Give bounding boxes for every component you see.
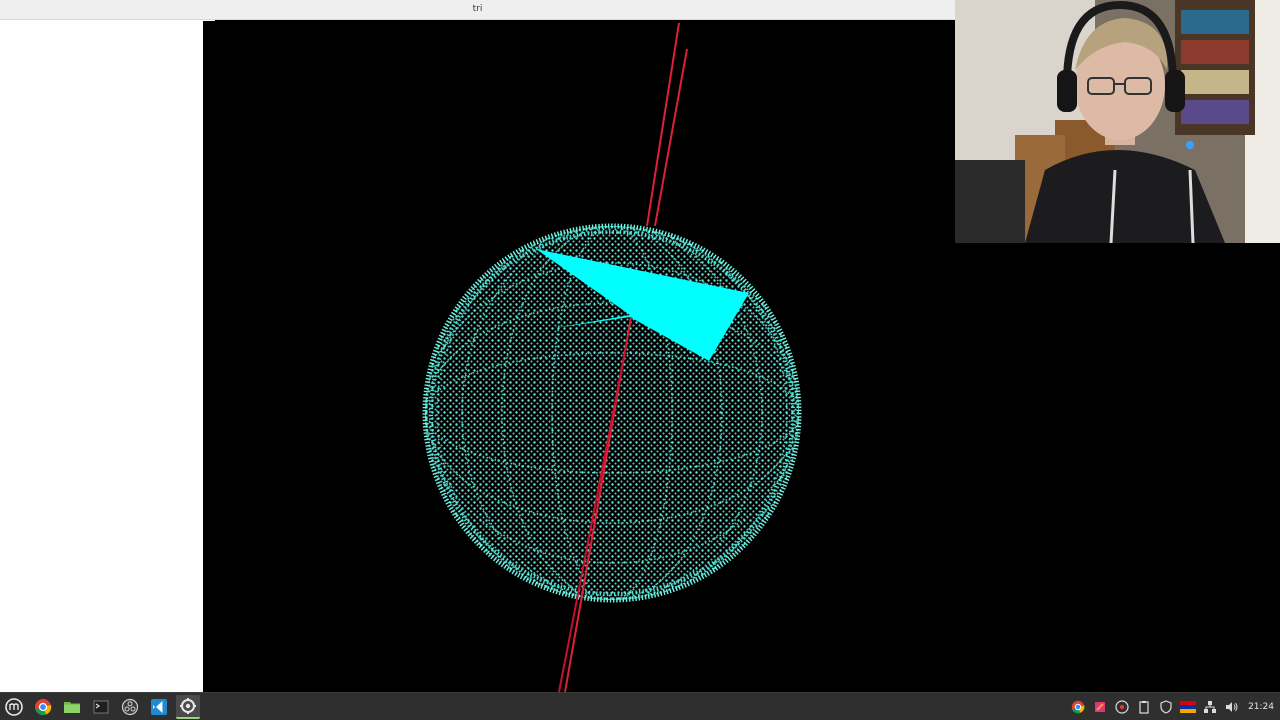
chrome-tray-button[interactable]: [1070, 699, 1086, 715]
obs-tray-button[interactable]: [1114, 699, 1130, 715]
mint-menu-icon: [5, 698, 23, 716]
taskbar-launchers: [2, 695, 200, 719]
files-launcher[interactable]: [60, 695, 84, 719]
files-folder-icon: [64, 702, 80, 713]
vscode-icon: [151, 699, 167, 715]
volume-tray-button[interactable]: [1224, 699, 1240, 715]
terminal-icon: [93, 700, 109, 714]
network-icon: [1204, 701, 1217, 713]
background-window[interactable]: [0, 20, 215, 692]
webcam-overlay: [955, 0, 1280, 243]
shield-icon: [1160, 700, 1172, 714]
obs-launcher[interactable]: [118, 695, 142, 719]
app-tray-button[interactable]: [1092, 699, 1108, 715]
tri-app-taskbar-button[interactable]: [176, 695, 200, 719]
clock[interactable]: 21:24: [1248, 702, 1274, 712]
tri-app-icon: [180, 698, 196, 714]
system-tray: 21:24: [1070, 696, 1274, 718]
taskbar: 21:24: [0, 692, 1280, 720]
clipboard-icon: [1139, 701, 1149, 714]
chrome-launcher[interactable]: [31, 695, 55, 719]
webcam-feed: [955, 0, 1280, 243]
keyboard-layout-button[interactable]: [1180, 699, 1197, 715]
ray-lines: [646, 22, 688, 227]
render-canvas[interactable]: [203, 21, 955, 692]
desktop-screen: tri 21:24: [0, 0, 1280, 720]
vscode-launcher[interactable]: [147, 695, 171, 719]
chrome-tray-icon: [1071, 700, 1085, 714]
terminal-launcher[interactable]: [89, 695, 113, 719]
clipboard-tray-button[interactable]: [1136, 699, 1152, 715]
obs-icon: [121, 698, 139, 716]
volume-icon: [1226, 702, 1238, 712]
app-tray-icon: [1095, 702, 1106, 712]
window-titlebar[interactable]: tri: [0, 0, 955, 20]
obs-tray-icon: [1115, 700, 1129, 714]
shield-tray-button[interactable]: [1158, 699, 1174, 715]
window-title: tri: [472, 4, 483, 14]
gl-render-window[interactable]: [203, 21, 955, 692]
network-tray-button[interactable]: [1202, 699, 1218, 715]
chrome-icon: [35, 699, 52, 716]
mint-menu-button[interactable]: [2, 695, 26, 719]
flag-icon: [1180, 701, 1197, 713]
